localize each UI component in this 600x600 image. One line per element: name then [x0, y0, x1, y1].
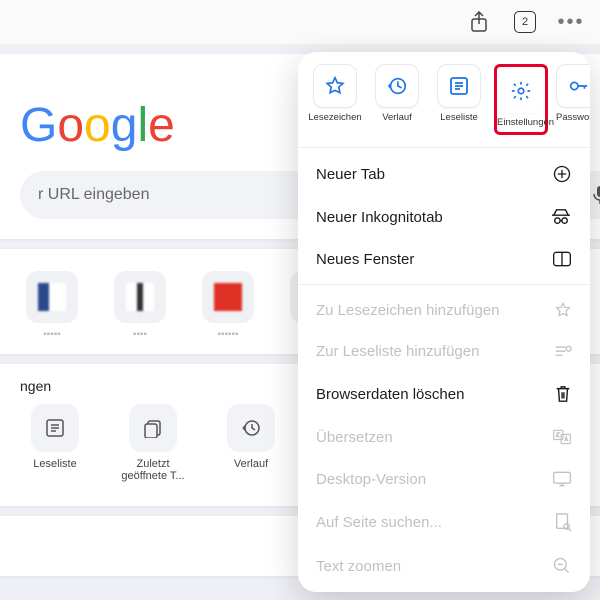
mic-icon[interactable]	[592, 185, 600, 205]
menu-translate: Übersetzen	[298, 416, 590, 458]
chip-settings[interactable]: Einstellungen	[494, 64, 548, 135]
overflow-menu-popover: Lesezeichen Verlauf Leseliste Einstellun…	[298, 52, 590, 592]
split-window-icon	[552, 250, 572, 268]
plus-circle-icon	[552, 164, 572, 184]
menu-new-incognito[interactable]: Neuer Inkognitotab	[298, 196, 590, 238]
star-icon	[554, 301, 572, 319]
chip-history[interactable]: Verlauf	[370, 64, 424, 135]
overflow-menu-icon[interactable]: •••	[558, 9, 584, 35]
zoom-icon	[552, 556, 572, 576]
menu-add-reading-list: Zur Leseliste hinzufügen	[298, 331, 590, 372]
site-tile[interactable]: ▪▪▪▪	[108, 271, 172, 340]
monitor-icon	[552, 470, 572, 488]
list-icon	[437, 64, 481, 108]
menu-find-in-page: Auf Seite suchen...	[298, 500, 590, 544]
tab-count: 2	[514, 11, 536, 33]
chip-reading-list[interactable]: Leseliste	[432, 64, 486, 135]
site-tile[interactable]: ▪▪▪▪▪▪	[196, 271, 260, 340]
menu-new-tab[interactable]: Neuer Tab	[298, 152, 590, 196]
page-search-icon	[554, 512, 572, 532]
menu-desktop-site: Desktop-Version	[298, 458, 590, 500]
translate-icon	[552, 428, 572, 446]
tabs-button[interactable]: 2	[512, 9, 538, 35]
history-icon	[375, 64, 419, 108]
shortcut-reading-list[interactable]: Leseliste	[20, 404, 90, 482]
reading-list-add-icon	[554, 344, 572, 360]
popover-chip-row: Lesezeichen Verlauf Leseliste Einstellun…	[298, 64, 590, 143]
trash-icon	[554, 384, 572, 404]
star-icon	[313, 64, 357, 108]
incognito-icon	[550, 208, 572, 226]
gear-icon	[499, 69, 543, 113]
key-icon	[556, 64, 590, 108]
menu-new-window[interactable]: Neues Fenster	[298, 238, 590, 280]
shortcut-recent-tabs[interactable]: Zuletzt geöffnete T...	[118, 404, 188, 482]
chip-password-manager[interactable]: Passwortmanag	[556, 64, 586, 135]
top-toolbar: 2 •••	[0, 0, 600, 44]
site-tile[interactable]: ▪▪▪▪▪	[20, 271, 84, 340]
search-placeholder: r URL eingeben	[38, 186, 149, 204]
share-icon[interactable]	[466, 9, 492, 35]
shortcut-history[interactable]: Verlauf	[216, 404, 286, 482]
menu-text-zoom: Text zoomen	[298, 544, 590, 588]
menu-add-bookmark: Zu Lesezeichen hinzufügen	[298, 289, 590, 331]
menu-clear-browsing-data[interactable]: Browserdaten löschen	[298, 372, 590, 416]
chip-bookmarks[interactable]: Lesezeichen	[308, 64, 362, 135]
